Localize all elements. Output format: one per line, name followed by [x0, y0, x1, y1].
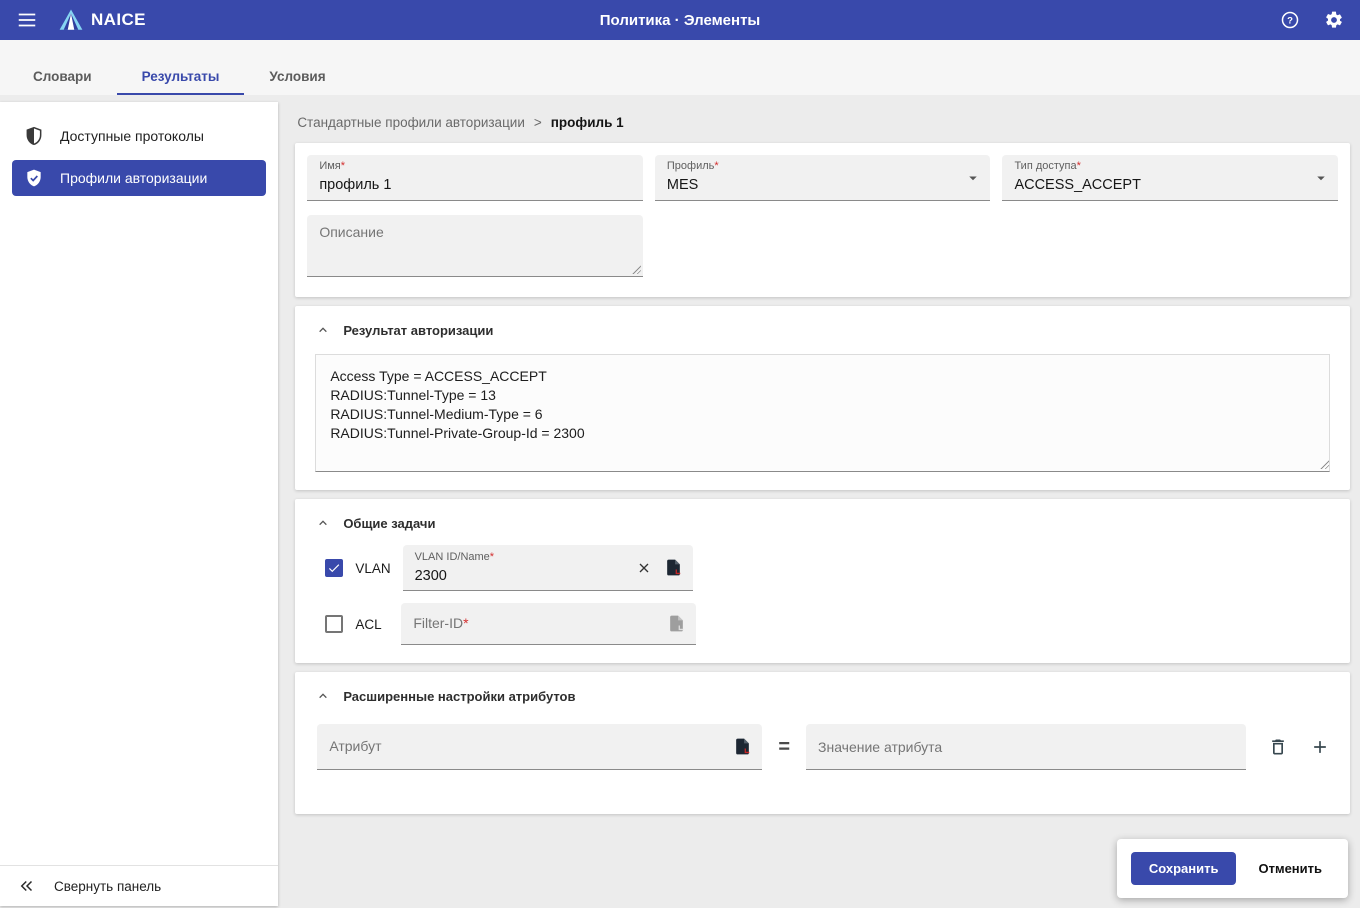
- sidebar-item-label: Профили авторизации: [60, 170, 207, 186]
- acl-task-row: ACL Filter-ID*: [325, 603, 1330, 645]
- attribute-placeholder: Атрибут: [329, 738, 381, 754]
- tab-dictionaries[interactable]: Словари: [8, 58, 117, 95]
- help-icon[interactable]: ?: [1280, 10, 1300, 30]
- acl-checkbox-label: ACL: [355, 617, 389, 632]
- required-mark: *: [714, 160, 718, 172]
- tab-results[interactable]: Результаты: [117, 58, 245, 95]
- settings-gear-icon[interactable]: [1324, 10, 1344, 30]
- profile-select[interactable]: Профиль* MES: [655, 155, 991, 201]
- menu-icon[interactable]: [16, 9, 38, 31]
- chevron-up-icon[interactable]: [315, 688, 331, 704]
- vlan-checkbox-label: VLAN: [355, 561, 390, 576]
- acl-checkbox[interactable]: [325, 615, 343, 633]
- tab-conditions[interactable]: Условия: [244, 58, 350, 95]
- shield-check-icon: [24, 168, 44, 188]
- vlan-id-field-label: VLAN ID/Name: [415, 551, 490, 563]
- vlan-checkbox[interactable]: [325, 559, 343, 577]
- profile-form-card: Имя* профиль 1 Профиль* MES Тип доступа*: [295, 143, 1350, 297]
- name-field-label: Имя: [319, 160, 340, 172]
- auth-result-card: Результат авторизации Access Type = ACCE…: [295, 306, 1350, 490]
- app-bar: NAICE Политика · Элементы ?: [0, 0, 1360, 40]
- equals-sign: =: [778, 736, 790, 759]
- page-title: Политика · Элементы: [600, 12, 761, 29]
- chevron-down-icon: [964, 169, 982, 187]
- double-chevron-left-icon: [18, 877, 36, 895]
- resize-handle-icon[interactable]: [631, 264, 641, 274]
- description-textarea[interactable]: Описание: [307, 215, 643, 277]
- tab-strip: Словари Результаты Условия: [0, 40, 1360, 95]
- advanced-attributes-card: Расширенные настройки атрибутов Атрибут: [295, 672, 1350, 814]
- attribute-value-placeholder: Значение атрибута: [818, 739, 942, 755]
- action-bar: Сохранить Отменить: [1117, 839, 1348, 898]
- access-type-select[interactable]: Тип доступа* ACCESS_ACCEPT: [1002, 155, 1338, 201]
- breadcrumb-parent[interactable]: Стандартные профили авторизации: [297, 115, 525, 130]
- attribute-field[interactable]: Атрибут: [317, 724, 762, 770]
- required-mark: *: [463, 615, 468, 631]
- main-content: Стандартные профили авторизации > профил…: [278, 102, 1360, 906]
- sidebar-item-authorization-profiles[interactable]: Профили авторизации: [12, 160, 266, 196]
- required-mark: *: [490, 551, 494, 563]
- common-tasks-title: Общие задачи: [343, 516, 435, 531]
- description-label: Описание: [319, 224, 383, 240]
- advanced-attributes-title: Расширенные настройки атрибутов: [343, 689, 575, 704]
- access-type-select-value: ACCESS_ACCEPT: [1014, 176, 1326, 194]
- profile-select-value: MES: [667, 176, 979, 194]
- clear-x-icon[interactable]: [636, 560, 652, 576]
- cancel-button[interactable]: Отменить: [1246, 852, 1334, 885]
- naice-logo-icon: [58, 8, 84, 32]
- dictionary-document-icon[interactable]: [733, 737, 752, 756]
- breadcrumb: Стандартные профили авторизации > профил…: [295, 112, 1350, 143]
- vlan-id-field[interactable]: VLAN ID/Name* 2300: [403, 545, 693, 591]
- dictionary-document-icon-disabled: [667, 614, 686, 633]
- name-field-value: профиль 1: [319, 176, 631, 194]
- delete-trash-icon[interactable]: [1268, 737, 1288, 757]
- add-plus-icon[interactable]: [1310, 737, 1330, 757]
- breadcrumb-current: профиль 1: [551, 115, 624, 130]
- vlan-task-row: VLAN VLAN ID/Name* 2300: [325, 545, 1330, 591]
- sidebar-item-label: Доступные протоколы: [60, 128, 204, 144]
- required-mark: *: [341, 160, 345, 172]
- save-button[interactable]: Сохранить: [1131, 852, 1237, 885]
- sidebar-item-available-protocols[interactable]: Доступные протоколы: [12, 118, 266, 154]
- breadcrumb-separator: >: [534, 115, 542, 130]
- access-type-select-label: Тип доступа: [1014, 160, 1076, 172]
- attribute-value-field[interactable]: Значение атрибута: [806, 724, 1246, 770]
- collapse-panel-button[interactable]: Свернуть панель: [0, 865, 278, 906]
- sidebar: Доступные протоколы Профили авторизации …: [0, 102, 278, 906]
- chevron-down-icon: [1312, 169, 1330, 187]
- brand: NAICE: [58, 8, 146, 32]
- vlan-id-field-value: 2300: [415, 567, 636, 585]
- chevron-up-icon[interactable]: [315, 515, 331, 531]
- dictionary-document-icon[interactable]: [664, 558, 683, 577]
- attribute-row: Атрибут = Значение атриб: [317, 724, 1330, 770]
- svg-text:?: ?: [1287, 16, 1293, 27]
- name-field[interactable]: Имя* профиль 1: [307, 155, 643, 201]
- collapse-panel-label: Свернуть панель: [54, 879, 161, 894]
- filter-id-field[interactable]: Filter-ID*: [401, 603, 696, 645]
- shield-half-icon: [24, 126, 44, 146]
- filter-id-placeholder: Filter-ID: [413, 615, 463, 631]
- auth-result-textarea[interactable]: Access Type = ACCESS_ACCEPT RADIUS:Tunne…: [315, 354, 1330, 472]
- common-tasks-card: Общие задачи VLAN VLAN ID/Name* 2300: [295, 499, 1350, 663]
- required-mark: *: [1077, 160, 1081, 172]
- chevron-up-icon[interactable]: [315, 322, 331, 338]
- brand-name: NAICE: [91, 10, 146, 30]
- profile-select-label: Профиль: [667, 160, 715, 172]
- auth-result-title: Результат авторизации: [343, 323, 493, 338]
